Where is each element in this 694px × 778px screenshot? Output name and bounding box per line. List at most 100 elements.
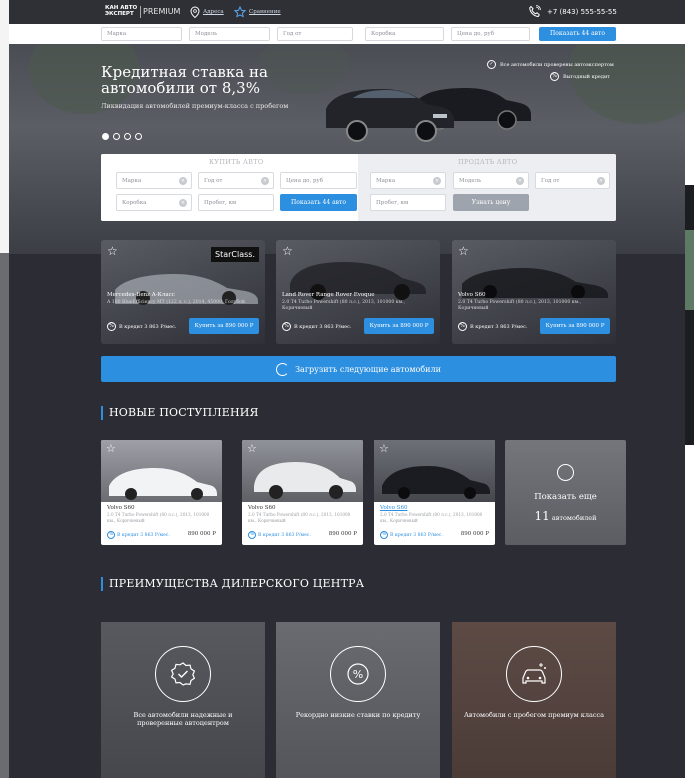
buy-mileage-field[interactable]: Пробег, км — [198, 194, 274, 211]
sell-make-field[interactable]: Марка × — [370, 172, 446, 189]
advantage-text: Рекордно низкие ставки по кредиту — [295, 711, 421, 719]
percent-icon: % — [282, 322, 291, 331]
sell-year-field[interactable]: Год от × — [535, 172, 610, 189]
show-more-count: 11 автомобилей — [534, 509, 597, 523]
buy-button[interactable]: Купить за 890 000 Р — [540, 318, 610, 334]
offer-card[interactable]: ☆ Land Rover Range Rover Evoque 2.0 T4 T… — [276, 240, 440, 344]
clear-icon[interactable]: × — [179, 177, 187, 185]
clear-icon[interactable]: × — [516, 177, 524, 185]
left-edge — [0, 0, 9, 778]
filter-price[interactable]: Цена до, руб — [451, 27, 530, 41]
slider-dot[interactable] — [102, 133, 109, 140]
arrival-price: 890 000 Р — [328, 531, 357, 537]
sell-title: ПРОДАТЬ АВТО — [458, 158, 518, 166]
buy-panel: КУПИТЬ АВТО Марка × Год от × Цена до, руб … — [101, 154, 358, 221]
advantages-heading: ПРЕИМУЩЕСТВА ДИЛЕРСКОГО ЦЕНТРА — [101, 577, 364, 591]
logo-divider — [140, 6, 141, 18]
hero-badge-credit: % Выгодный кредит — [550, 72, 610, 81]
advantage-text: Автомобили с пробегом премиум класса — [463, 711, 605, 719]
show-more-label: Показать еще — [534, 492, 597, 502]
buy-button[interactable]: Купить за 890 000 Р — [189, 318, 259, 334]
offer-title[interactable]: Land Rover Range Rover Evoque — [282, 292, 375, 298]
arrival-title[interactable]: Volvo S60 — [107, 505, 134, 511]
filter-make[interactable]: Марка — [101, 27, 182, 41]
hero-banner: Кредитная ставка на автомобили от 8,3% Л… — [9, 44, 685, 254]
buy-make-field[interactable]: Марка × — [116, 172, 192, 189]
percent-icon: % — [330, 646, 386, 702]
clear-icon[interactable]: × — [179, 199, 187, 207]
compare-link[interactable]: Сравнение — [234, 6, 281, 18]
percent-icon: % — [380, 531, 388, 539]
sell-mileage-field[interactable]: Пробег, км — [370, 194, 446, 211]
show-more-card[interactable]: Показать еще 11 автомобилей — [505, 440, 626, 545]
percent-icon: % — [107, 531, 115, 539]
offer-desc: 2.0 T4 Turbo Powershift (80 л.с.), 2013,… — [458, 300, 582, 311]
offer-credit: % В кредит 3 863 Р/мес. — [282, 322, 352, 331]
refresh-icon — [557, 464, 574, 481]
filter-year[interactable]: Год от — [277, 27, 353, 41]
filter-model[interactable]: Модель — [189, 27, 270, 41]
advantage-card: Автомобили с пробегом премиум класса — [452, 622, 616, 778]
right-edge — [685, 0, 694, 778]
filter-gearbox[interactable]: Коробка — [365, 27, 444, 41]
star-icon — [234, 6, 246, 18]
buy-button[interactable]: Купить за 890 000 Р — [364, 318, 434, 334]
slider-dot[interactable] — [124, 133, 131, 140]
buy-price-field[interactable]: Цена до, руб — [280, 172, 357, 189]
clear-icon[interactable]: × — [433, 177, 441, 185]
favorite-star-icon[interactable]: ☆ — [247, 442, 257, 455]
new-arrival-card[interactable]: ☆ Volvo S60 2.0 T4 Turbo Powershift (80 … — [101, 440, 222, 545]
offer-title[interactable]: Volvo S60 — [458, 292, 485, 298]
slider-dot[interactable] — [135, 133, 142, 140]
logo[interactable]: КАН АВТО ЭКСПЕРТ — [105, 5, 137, 17]
advantage-card: % Рекордно низкие ставки по кредиту — [276, 622, 440, 778]
arrival-price: 890 000 Р — [187, 531, 216, 537]
arrival-credit: % В кредит 3 863 Р/мес. — [248, 531, 311, 539]
dealer-brand-badge: StarClass. — [211, 247, 259, 262]
clear-icon[interactable]: × — [261, 177, 269, 185]
advantage-text: Все автомобили надежные и проверенные ав… — [133, 711, 233, 727]
load-more-button[interactable]: Загрузить следующие автомобили — [101, 356, 616, 382]
phone-icon — [529, 5, 541, 18]
percent-icon: % — [458, 322, 467, 331]
favorite-star-icon[interactable]: ☆ — [106, 442, 116, 455]
percent-icon: % — [107, 322, 116, 331]
favorite-star-icon[interactable]: ☆ — [379, 442, 389, 455]
offer-card[interactable]: ☆ Volvo S60 2.0 T4 Turbo Powershift (80 … — [452, 240, 616, 344]
arrival-credit: % В кредит 3 863 Р/мес. — [107, 531, 170, 539]
phone-number[interactable]: +7 (843) 555-55-55 — [528, 5, 617, 18]
new-arrival-card[interactable]: ☆ Volvo S60 2.0 T4 Turbo Powershift (80 … — [242, 440, 363, 545]
map-pin-icon — [190, 6, 200, 18]
new-arrivals-heading: НОВЫЕ ПОСТУПЛЕНИЯ — [101, 406, 259, 420]
offer-desc: 2.0 T4 Turbo Powershift (80 л.с.), 2013,… — [282, 300, 406, 311]
badge-check-icon — [155, 646, 211, 702]
favorite-star-icon[interactable]: ☆ — [282, 244, 293, 258]
arrival-desc: 2.0 T4 Turbo Powershift (80 л.с.), 2013,… — [248, 512, 351, 523]
slider-dot[interactable] — [113, 133, 120, 140]
favorite-star-icon[interactable]: ☆ — [458, 244, 469, 258]
arrival-title[interactable]: Volvo S60 — [380, 505, 407, 511]
sell-price-button[interactable]: Узнать цену — [453, 194, 529, 211]
arrival-desc: 2.0 T4 Turbo Powershift (80 л.с.), 2013,… — [380, 512, 483, 523]
arrival-price: 890 000 Р — [460, 531, 489, 537]
buy-show-button[interactable]: Показать 44 авто — [280, 194, 357, 211]
hero-subtitle: Ликвидация автомобилей премиум-класса с … — [101, 102, 289, 110]
buy-gearbox-field[interactable]: Коробка × — [116, 194, 192, 211]
quick-filter-bar: Марка Модель Год от Коробка Цена до, руб… — [9, 24, 685, 44]
logo-premium: PREMIUM — [143, 7, 181, 16]
new-arrival-card[interactable]: ☆ Volvo S60 2.0 T4 Turbo Powershift (80 … — [374, 440, 495, 545]
favorite-star-icon[interactable]: ☆ — [107, 244, 118, 258]
offer-title[interactable]: Mercedes-Benz A-Класс — [107, 292, 175, 298]
offer-desc: A 180 BlueEfficiency MT (122 л. с.), 201… — [107, 300, 245, 305]
offer-card[interactable]: ☆ StarClass. Mercedes-Benz A-Класс A 180… — [101, 240, 265, 344]
quick-filter-show-button[interactable]: Показать 44 авто — [539, 27, 616, 41]
percent-icon: % — [248, 531, 256, 539]
car-silhouette — [115, 274, 258, 305]
arrival-title[interactable]: Volvo S60 — [248, 505, 275, 511]
sell-model-field[interactable]: Модель × — [453, 172, 529, 189]
clear-icon[interactable]: × — [597, 177, 605, 185]
offer-credit: % В кредит 3 863 Р/мес. — [107, 322, 177, 331]
refresh-icon — [276, 362, 290, 376]
buy-year-field[interactable]: Год от × — [198, 172, 274, 189]
address-link[interactable]: Адреса — [190, 6, 224, 18]
